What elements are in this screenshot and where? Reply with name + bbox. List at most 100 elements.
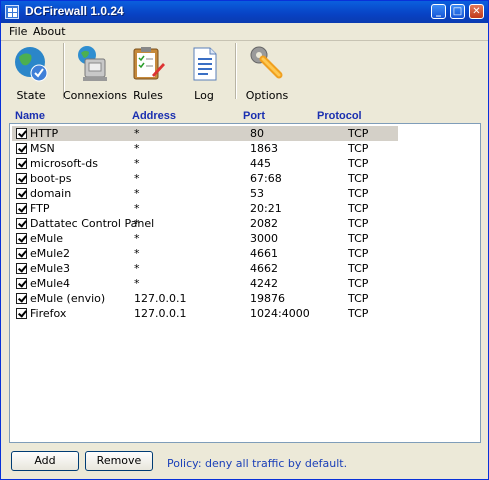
cell-address: * bbox=[134, 157, 140, 170]
cell-address: * bbox=[134, 247, 140, 260]
cell-address: * bbox=[134, 172, 140, 185]
table-row[interactable]: eMule2 * 4661 TCP bbox=[12, 246, 400, 261]
cell-address: * bbox=[134, 262, 140, 275]
cell-port: 20:21 bbox=[250, 202, 282, 215]
cell-address: * bbox=[134, 202, 140, 215]
cell-protocol: TCP bbox=[348, 142, 369, 155]
cell-port: 3000 bbox=[250, 232, 278, 245]
table-row[interactable]: eMule3 * 4662 TCP bbox=[12, 261, 400, 276]
app-icon bbox=[5, 5, 19, 19]
cell-protocol: TCP bbox=[348, 172, 369, 185]
maximize-button[interactable]: □ bbox=[450, 4, 465, 19]
toolbar-log-label: Log bbox=[194, 89, 214, 102]
toolbar: State Connexions Rules Log Options bbox=[1, 41, 488, 103]
row-checkbox[interactable] bbox=[16, 203, 27, 214]
cell-name: MSN bbox=[30, 142, 55, 155]
row-checkbox[interactable] bbox=[16, 293, 27, 304]
cell-protocol: TCP bbox=[348, 127, 369, 140]
cell-address: 127.0.0.1 bbox=[134, 292, 187, 305]
table-row[interactable]: eMule (envio) 127.0.0.1 19876 TCP bbox=[12, 291, 400, 306]
toolbar-connexions-label: Connexions bbox=[63, 89, 127, 102]
window-title: DCFirewall 1.0.24 bbox=[25, 4, 124, 18]
table-row[interactable]: eMule4 * 4242 TCP bbox=[12, 276, 400, 291]
toolbar-rules-label: Rules bbox=[133, 89, 163, 102]
title-bar[interactable]: DCFirewall 1.0.24 _ □ ✕ bbox=[1, 1, 488, 23]
toolbar-state-button[interactable]: State bbox=[1, 43, 61, 102]
cell-name: FTP bbox=[30, 202, 50, 215]
cell-protocol: TCP bbox=[348, 262, 369, 275]
cell-protocol: TCP bbox=[348, 307, 369, 320]
menu-bar: File About bbox=[1, 23, 488, 41]
row-checkbox[interactable] bbox=[16, 218, 27, 229]
toolbar-options-button[interactable]: Options bbox=[237, 43, 297, 102]
cell-port: 2082 bbox=[250, 217, 278, 230]
column-header-name[interactable]: Name bbox=[15, 110, 45, 122]
column-header-port[interactable]: Port bbox=[243, 110, 265, 122]
cell-address: * bbox=[134, 217, 140, 230]
cell-name: eMule bbox=[30, 232, 64, 245]
table-row[interactable]: Firefox 127.0.0.1 1024:4000 TCP bbox=[12, 306, 400, 321]
cell-name: eMule (envio) bbox=[30, 292, 106, 305]
log-document-icon bbox=[193, 47, 217, 81]
state-globe-icon bbox=[15, 47, 48, 82]
toolbar-connexions-button[interactable]: Connexions bbox=[63, 43, 127, 102]
cell-protocol: TCP bbox=[348, 292, 369, 305]
menu-about[interactable]: About bbox=[33, 25, 66, 38]
minimize-button[interactable]: _ bbox=[431, 4, 446, 19]
table-row[interactable]: eMule * 3000 TCP bbox=[12, 231, 400, 246]
close-button[interactable]: ✕ bbox=[469, 4, 484, 19]
remove-button[interactable]: Remove bbox=[85, 451, 153, 471]
row-checkbox[interactable] bbox=[16, 233, 27, 244]
column-header-address[interactable]: Address bbox=[132, 110, 176, 122]
row-checkbox[interactable] bbox=[16, 248, 27, 259]
table-row[interactable]: HTTP * 80 TCP bbox=[12, 126, 398, 141]
row-checkbox[interactable] bbox=[16, 158, 27, 169]
table-row[interactable]: FTP * 20:21 TCP bbox=[12, 201, 400, 216]
cell-name: Firefox bbox=[30, 307, 67, 320]
cell-port: 19876 bbox=[250, 292, 285, 305]
table-row[interactable]: domain * 53 TCP bbox=[12, 186, 400, 201]
row-checkbox[interactable] bbox=[16, 263, 27, 274]
rules-list[interactable]: HTTP * 80 TCP MSN * 1863 TCP microsoft-ds * 445 TCP… bbox=[9, 123, 481, 443]
menu-file[interactable]: File bbox=[9, 25, 27, 38]
cell-port: 80 bbox=[250, 127, 264, 140]
cell-name: domain bbox=[30, 187, 72, 200]
app-window: DCFirewall 1.0.24 _ □ ✕ File About State bbox=[0, 0, 489, 480]
cell-protocol: TCP bbox=[348, 202, 369, 215]
row-checkbox[interactable] bbox=[16, 143, 27, 154]
toolbar-rules-button[interactable]: Rules bbox=[118, 43, 178, 102]
policy-text: Policy: deny all traffic by default. bbox=[167, 457, 348, 470]
cell-address: * bbox=[134, 277, 140, 290]
row-checkbox[interactable] bbox=[16, 308, 27, 319]
row-checkbox[interactable] bbox=[16, 173, 27, 184]
cell-name: microsoft-ds bbox=[30, 157, 98, 170]
cell-protocol: TCP bbox=[348, 187, 369, 200]
cell-port: 4242 bbox=[250, 277, 278, 290]
table-row[interactable]: boot-ps * 67:68 TCP bbox=[12, 171, 400, 186]
cell-port: 4661 bbox=[250, 247, 278, 260]
cell-port: 445 bbox=[250, 157, 271, 170]
row-checkbox[interactable] bbox=[16, 188, 27, 199]
cell-name: boot-ps bbox=[30, 172, 72, 185]
cell-protocol: TCP bbox=[348, 157, 369, 170]
table-row[interactable]: MSN * 1863 TCP bbox=[12, 141, 400, 156]
cell-protocol: TCP bbox=[348, 277, 369, 290]
table-row[interactable]: Dattatec Control Panel * 2082 TCP bbox=[12, 216, 400, 231]
row-checkbox[interactable] bbox=[16, 128, 27, 139]
add-button[interactable]: Add bbox=[11, 451, 79, 471]
toolbar-state-label: State bbox=[16, 89, 46, 102]
table-row[interactable]: microsoft-ds * 445 TCP bbox=[12, 156, 400, 171]
toolbar-log-button[interactable]: Log bbox=[174, 43, 234, 102]
cell-port: 4662 bbox=[250, 262, 278, 275]
cell-address: * bbox=[134, 142, 140, 155]
cell-address: * bbox=[134, 187, 140, 200]
cell-port: 1024:4000 bbox=[250, 307, 310, 320]
options-wrench-icon bbox=[250, 46, 283, 79]
cell-protocol: TCP bbox=[348, 232, 369, 245]
cell-port: 67:68 bbox=[250, 172, 282, 185]
cell-address: * bbox=[134, 127, 140, 140]
column-header-protocol[interactable]: Protocol bbox=[317, 110, 362, 122]
row-checkbox[interactable] bbox=[16, 278, 27, 289]
cell-protocol: TCP bbox=[348, 247, 369, 260]
cell-port: 53 bbox=[250, 187, 264, 200]
